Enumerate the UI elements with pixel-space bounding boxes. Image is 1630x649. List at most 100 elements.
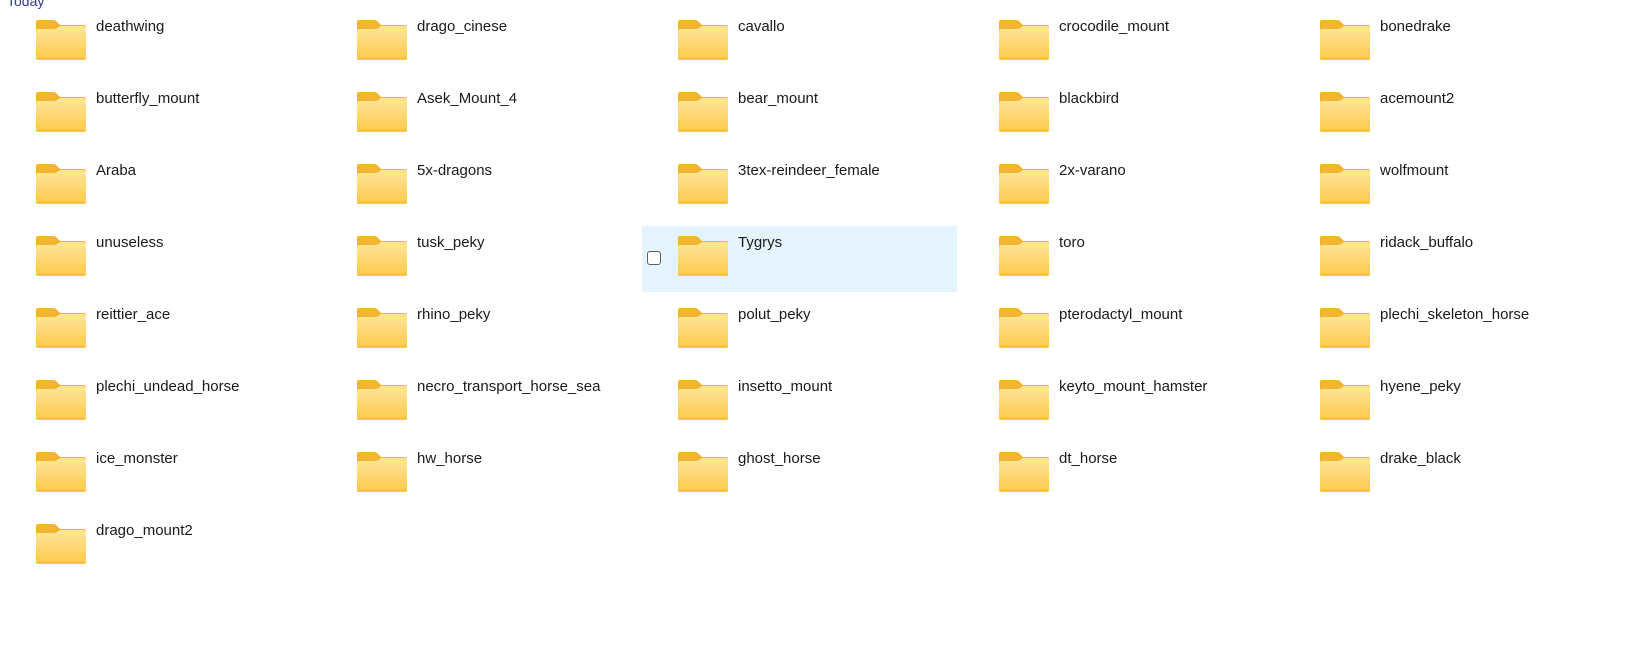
folder-name: crocodile_mount: [1059, 18, 1170, 35]
folder-icon: [1320, 308, 1370, 348]
folder-item[interactable]: drago_mount2: [0, 514, 315, 580]
folder-item[interactable]: deathwing: [0, 10, 315, 76]
folder-name: drago_cinese: [417, 18, 508, 35]
folder-name: rhino_peky: [417, 306, 491, 323]
folder-item[interactable]: acemount2: [1284, 82, 1599, 148]
folder-name: 2x-varano: [1059, 162, 1126, 179]
folder-name: insetto_mount: [738, 378, 833, 395]
folder-item[interactable]: ice_monster: [0, 442, 315, 508]
folder-name: blackbird: [1059, 90, 1120, 107]
folder-icon: [36, 308, 86, 348]
folder-icon: [678, 164, 728, 204]
folder-icon: [36, 236, 86, 276]
folder-name: keyto_mount_hamster: [1059, 378, 1208, 395]
folder-name: tusk_peky: [417, 234, 485, 251]
select-checkbox[interactable]: [647, 251, 661, 265]
folder-item[interactable]: hyene_peky: [1284, 370, 1599, 436]
folder-item[interactable]: 2x-varano: [963, 154, 1278, 220]
folder-name: ridack_buffalo: [1380, 234, 1474, 251]
folder-item[interactable]: plechi_undead_horse: [0, 370, 315, 436]
folder-name: pterodactyl_mount: [1059, 306, 1183, 323]
folder-item[interactable]: polut_peky: [642, 298, 957, 364]
folder-item[interactable]: crocodile_mount: [963, 10, 1278, 76]
folder-name: Tygrys: [738, 234, 783, 251]
folder-item[interactable]: pterodactyl_mount: [963, 298, 1278, 364]
folder-item[interactable]: drake_black: [1284, 442, 1599, 508]
folder-item[interactable]: blackbird: [963, 82, 1278, 148]
folder-name: Araba: [96, 162, 137, 179]
folder-icon: [36, 452, 86, 492]
folder-name: wolfmount: [1380, 162, 1449, 179]
folder-icon: [357, 452, 407, 492]
folder-name: necro_transport_horse_sea: [417, 378, 601, 395]
folder-item[interactable]: 3tex-reindeer_female: [642, 154, 957, 220]
folder-name: 3tex-reindeer_female: [738, 162, 880, 179]
folder-icon: [678, 308, 728, 348]
folder-item[interactable]: ridack_buffalo: [1284, 226, 1599, 292]
folder-item[interactable]: necro_transport_horse_sea: [321, 370, 636, 436]
folder-icon: [1320, 164, 1370, 204]
folder-item[interactable]: 5x-dragons: [321, 154, 636, 220]
folder-item[interactable]: tusk_peky: [321, 226, 636, 292]
folder-item[interactable]: dt_horse: [963, 442, 1278, 508]
folder-icon: [357, 20, 407, 60]
folder-item[interactable]: toro: [963, 226, 1278, 292]
folder-icon: [1320, 236, 1370, 276]
folder-name: hw_horse: [417, 450, 483, 467]
folder-icon: [678, 380, 728, 420]
folder-name: unuseless: [96, 234, 164, 251]
folder-item[interactable]: drago_cinese: [321, 10, 636, 76]
folder-name: polut_peky: [738, 306, 811, 323]
folder-item[interactable]: butterfly_mount: [0, 82, 315, 148]
folder-icon: [357, 380, 407, 420]
folder-item[interactable]: unuseless: [0, 226, 315, 292]
folder-item[interactable]: cavallo: [642, 10, 957, 76]
folder-item[interactable]: Tygrys: [642, 226, 957, 292]
folder-item[interactable]: keyto_mount_hamster: [963, 370, 1278, 436]
folder-icon: [678, 452, 728, 492]
folder-icon: [1320, 452, 1370, 492]
folder-item[interactable]: hw_horse: [321, 442, 636, 508]
folder-name: reittier_ace: [96, 306, 171, 323]
folder-icon: [36, 524, 86, 564]
folder-name: toro: [1059, 234, 1085, 251]
folder-icon: [1320, 20, 1370, 60]
folder-icon: [678, 236, 728, 276]
folder-icon: [1320, 380, 1370, 420]
folder-icon: [36, 380, 86, 420]
folder-icon: [1320, 92, 1370, 132]
folder-icon: [357, 308, 407, 348]
folder-item[interactable]: reittier_ace: [0, 298, 315, 364]
folder-icon: [36, 20, 86, 60]
folder-icon: [999, 380, 1049, 420]
folder-icon: [357, 164, 407, 204]
folder-icon: [36, 92, 86, 132]
folder-icon: [999, 164, 1049, 204]
folder-name: plechi_undead_horse: [96, 378, 240, 395]
folder-icon: [36, 164, 86, 204]
folder-item[interactable]: Araba: [0, 154, 315, 220]
folder-item[interactable]: Asek_Mount_4: [321, 82, 636, 148]
folder-item[interactable]: wolfmount: [1284, 154, 1599, 220]
folder-icon: [357, 92, 407, 132]
folder-icon: [678, 92, 728, 132]
folder-name: plechi_skeleton_horse: [1380, 306, 1530, 323]
folder-name: dt_horse: [1059, 450, 1118, 467]
folder-name: deathwing: [96, 18, 165, 35]
folder-item[interactable]: plechi_skeleton_horse: [1284, 298, 1599, 364]
folder-item[interactable]: rhino_peky: [321, 298, 636, 364]
folder-name: drake_black: [1380, 450, 1461, 467]
folder-item[interactable]: ghost_horse: [642, 442, 957, 508]
folder-item[interactable]: bear_mount: [642, 82, 957, 148]
folder-item[interactable]: bonedrake: [1284, 10, 1599, 76]
folder-name: ice_monster: [96, 450, 178, 467]
folder-name: cavallo: [738, 18, 785, 35]
folder-name: hyene_peky: [1380, 378, 1461, 395]
folder-icon: [999, 452, 1049, 492]
folder-icon: [999, 20, 1049, 60]
folder-item[interactable]: insetto_mount: [642, 370, 957, 436]
folder-name: bear_mount: [738, 90, 819, 107]
folder-icon: [999, 236, 1049, 276]
folder-name: 5x-dragons: [417, 162, 493, 179]
folder-grid: deathwing drago_cinese cavallo crocodile_mo…: [0, 0, 1630, 649]
